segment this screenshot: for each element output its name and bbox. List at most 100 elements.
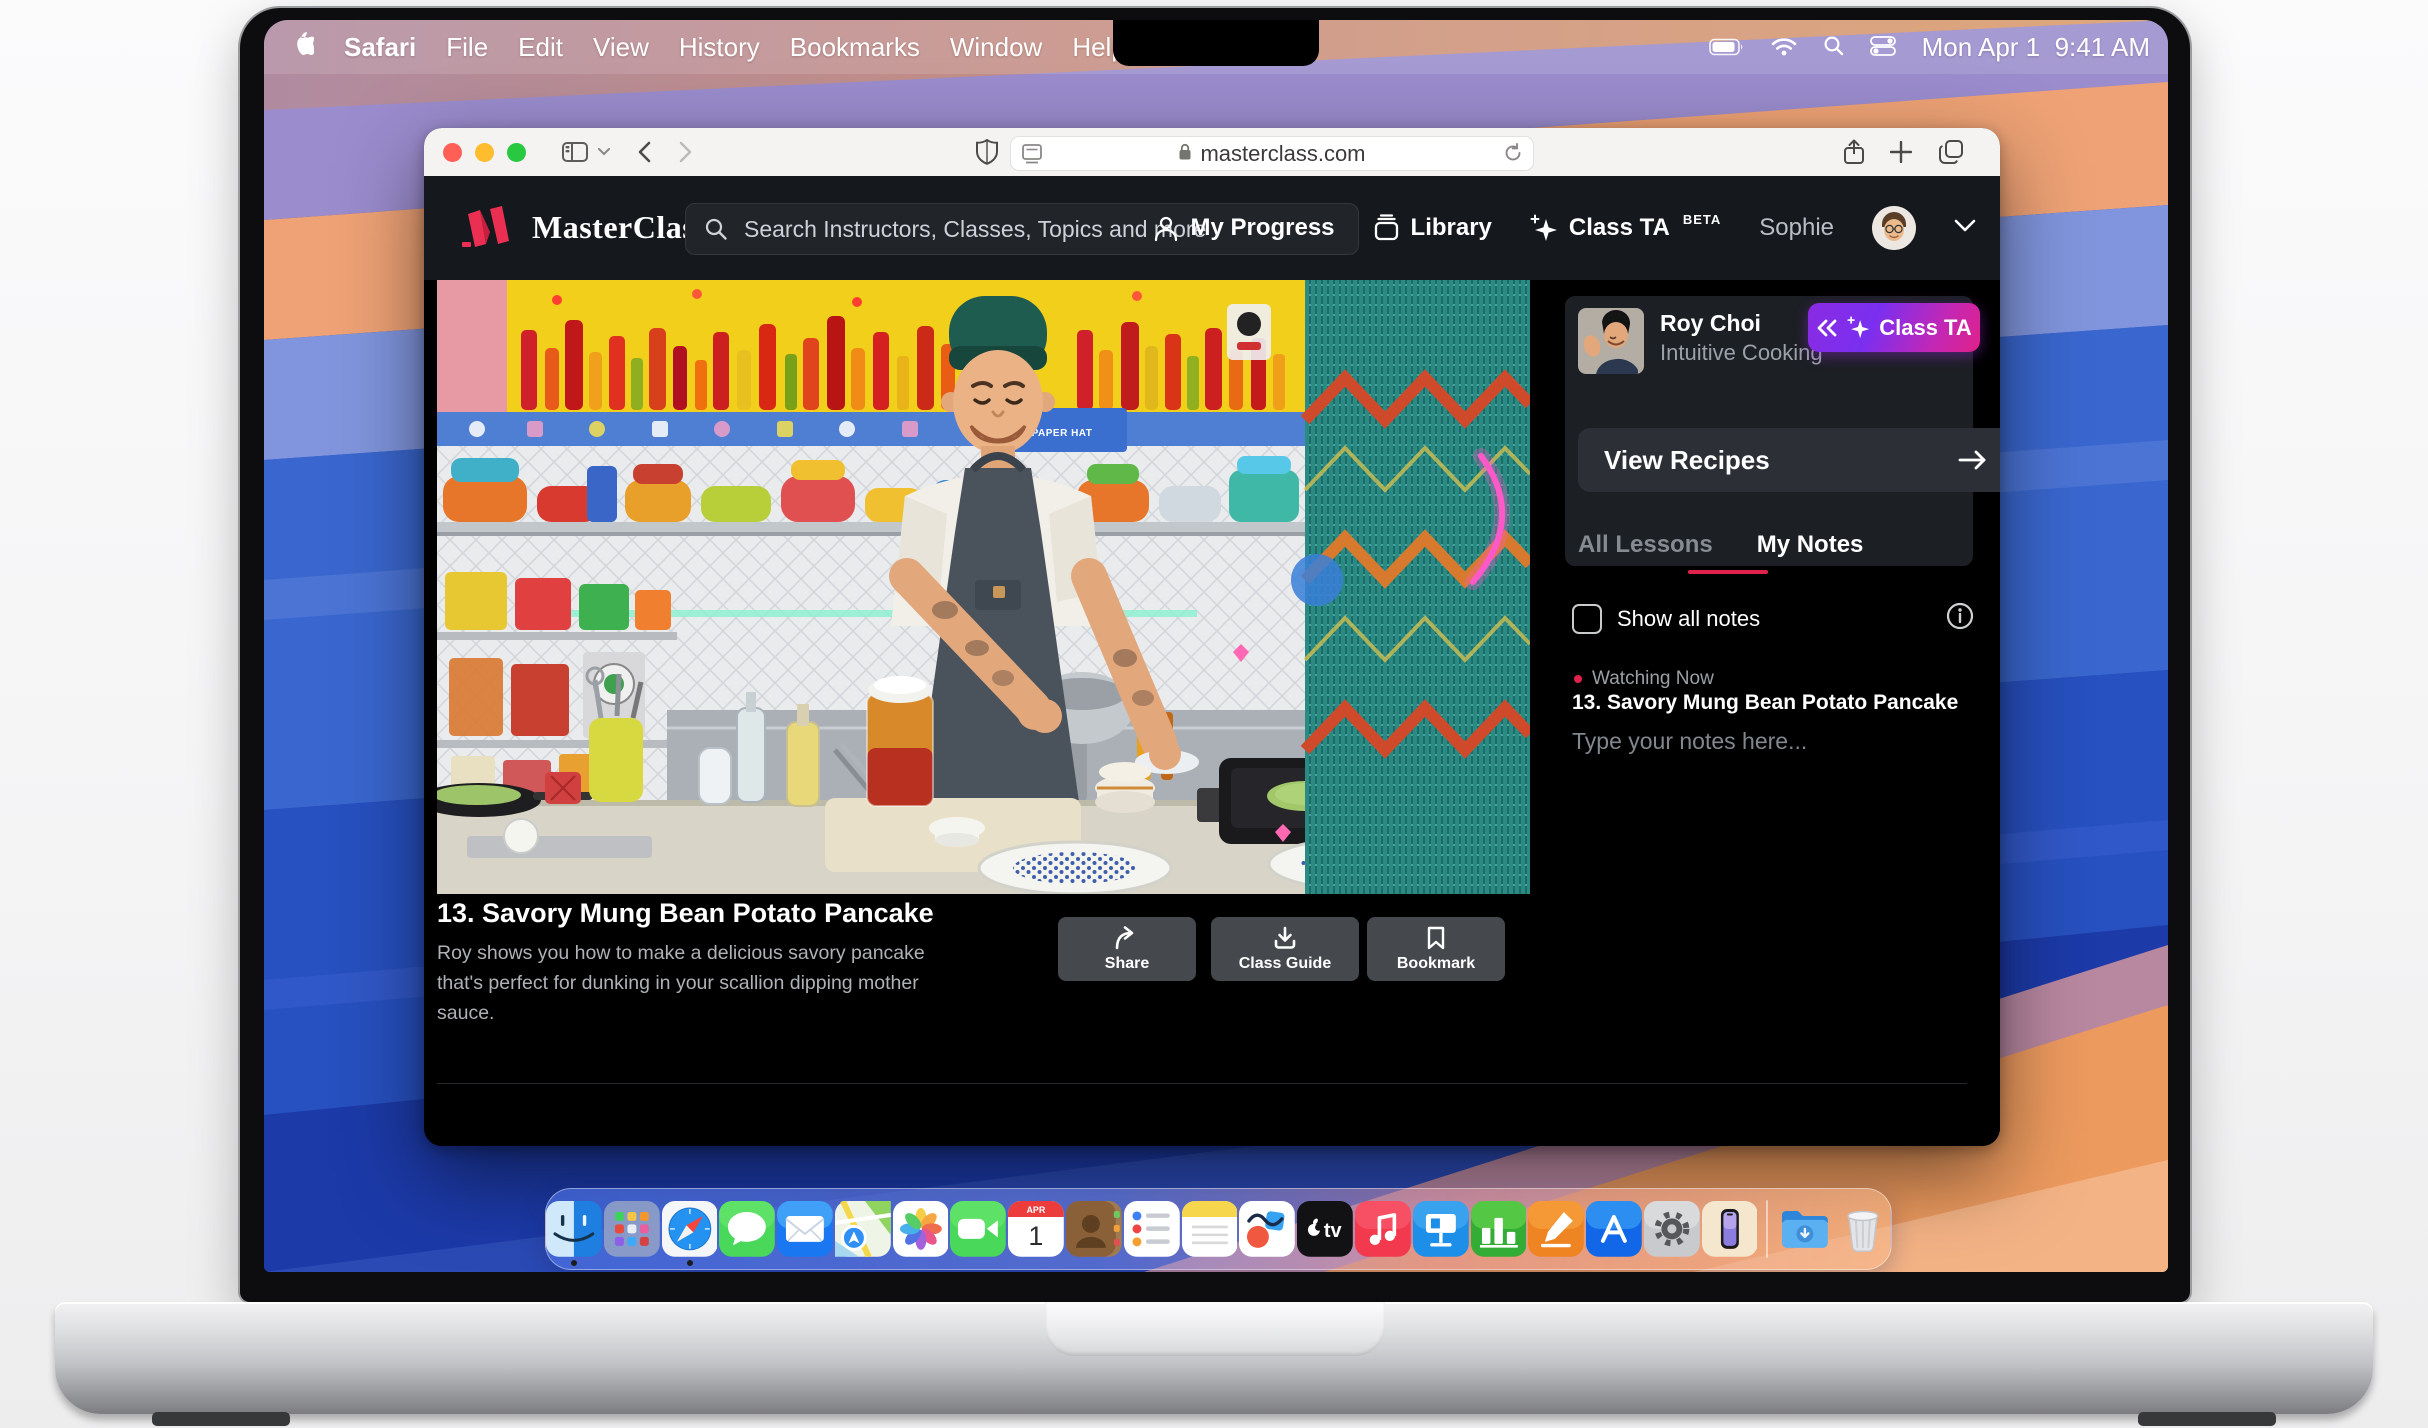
share-button[interactable]: Share [1058, 917, 1196, 981]
dock-icon-downloads[interactable] [1777, 1201, 1833, 1257]
dock-icon-pages[interactable] [1528, 1201, 1584, 1257]
share-arrow-icon [1114, 926, 1140, 950]
masterclass-logo[interactable]: MasterClass [460, 204, 708, 250]
dock-divider [1766, 1200, 1768, 1258]
nav-my-progress[interactable]: My Progress [1153, 214, 1334, 242]
svg-text:APR: APR [1027, 1205, 1046, 1215]
svg-text:tv: tv [1324, 1220, 1342, 1242]
dock-icon-numbers[interactable] [1471, 1201, 1527, 1257]
show-all-notes-checkbox[interactable] [1572, 604, 1602, 634]
dock-icon-mail[interactable] [777, 1201, 833, 1257]
macbook-foot-right [2138, 1412, 2276, 1426]
menu-item-history[interactable]: History [679, 32, 760, 63]
sidebar-toggle-icon[interactable] [561, 140, 589, 164]
search-icon [704, 217, 728, 241]
menu-item-edit[interactable]: Edit [518, 32, 563, 63]
tab-all-lessons[interactable]: All Lessons [1578, 531, 1713, 559]
zoom-window-button[interactable] [507, 143, 526, 162]
lesson-description: Roy shows you how to make a delicious sa… [437, 938, 957, 1028]
beta-badge: BETA [1683, 212, 1721, 227]
active-tab-underline [1688, 570, 1768, 574]
new-tab-icon[interactable] [1890, 141, 1912, 163]
dock-icon-calendar[interactable]: APR 1 [1008, 1201, 1064, 1257]
dock-icon-freeform[interactable] [1239, 1201, 1295, 1257]
apple-menu-icon[interactable] [292, 31, 314, 64]
dock-icon-trash[interactable] [1835, 1201, 1891, 1257]
safari-toolbar: masterclass.com [424, 128, 2000, 177]
dock-icon-iphone-mirroring[interactable] [1702, 1201, 1758, 1257]
notes-input[interactable]: Type your notes here... [1572, 728, 1807, 755]
control-center-icon[interactable] [1870, 32, 1896, 63]
dock-icon-tv[interactable]: tv [1297, 1201, 1353, 1257]
address-bar[interactable]: masterclass.com [1010, 136, 1534, 171]
tab-overview-icon[interactable] [1938, 139, 1964, 165]
dock-icon-facetime[interactable] [950, 1201, 1006, 1257]
dock-icon-notes[interactable] [1182, 1201, 1238, 1257]
page-format-icon[interactable] [1021, 144, 1043, 170]
menu-item-safari[interactable]: Safari [344, 32, 416, 63]
panel-lesson-title: 13. Savory Mung Bean Potato Pancake [1572, 691, 1958, 715]
person-icon [1153, 215, 1179, 242]
safari-running-dot [687, 1260, 693, 1266]
masterclass-header: MasterClass Search Instructors, Classes,… [424, 176, 2000, 280]
class-guide-button[interactable]: Class Guide [1211, 917, 1359, 981]
finder-running-dot [571, 1260, 577, 1266]
dock-icon-app-store[interactable] [1586, 1201, 1642, 1257]
nav-class-ta[interactable]: Class TABETA [1530, 214, 1721, 242]
dock-icon-reminders[interactable] [1124, 1201, 1180, 1257]
masterclass-logo-mark [460, 204, 518, 250]
privacy-shield-icon[interactable] [976, 139, 998, 165]
dock-icon-photos[interactable] [893, 1201, 949, 1257]
reload-icon[interactable] [1503, 143, 1523, 169]
avatar[interactable] [1872, 206, 1916, 250]
search-placeholder: Search Instructors, Classes, Topics and … [744, 216, 1206, 243]
dock-icon-safari[interactable] [662, 1201, 718, 1257]
nav-library[interactable]: Library [1373, 214, 1492, 242]
lock-icon [1178, 141, 1192, 167]
forward-button[interactable] [679, 141, 693, 163]
instructor-name: Roy Choi [1660, 310, 1761, 337]
macbook-base [55, 1302, 2373, 1414]
close-window-button[interactable] [443, 143, 462, 162]
view-recipes-button[interactable]: View Recipes [1578, 428, 2000, 492]
safari-window: masterclass.com MasterClass Se [424, 128, 2000, 1146]
dock-icon-launchpad[interactable] [604, 1201, 660, 1257]
dock-icon-music[interactable] [1355, 1201, 1411, 1257]
sidebar-chevron-icon[interactable] [597, 147, 611, 157]
video-player[interactable]: PAPER HAT [437, 280, 1530, 894]
macbook-lid-notch [1045, 1302, 1385, 1356]
menu-item-view[interactable]: View [593, 32, 649, 63]
desktop: Safari File Edit View History Bookmarks … [264, 20, 2168, 1272]
watching-now-status: Watching Now [1574, 668, 1714, 690]
bookmark-button[interactable]: Bookmark [1367, 917, 1505, 981]
dock-icon-maps[interactable] [835, 1201, 891, 1257]
camera-notch [1113, 20, 1319, 66]
wifi-icon[interactable] [1771, 32, 1797, 63]
menu-bar-clock[interactable]: Mon Apr 1 9:41 AM [1922, 32, 2150, 63]
url-text: masterclass.com [1200, 141, 1365, 167]
spotlight-search-icon[interactable] [1823, 32, 1844, 63]
menu-item-file[interactable]: File [446, 32, 488, 63]
dock-icon-finder[interactable] [546, 1201, 602, 1257]
dock-icon-contacts[interactable] [1066, 1201, 1122, 1257]
dock-icon-system-settings[interactable] [1644, 1201, 1700, 1257]
dock-icon-messages[interactable] [719, 1201, 775, 1257]
menu-item-window[interactable]: Window [950, 32, 1042, 63]
dock-icon-keynote[interactable] [1413, 1201, 1469, 1257]
menu-item-bookmarks[interactable]: Bookmarks [790, 32, 920, 63]
svg-text:1: 1 [1029, 1221, 1044, 1251]
instructor-thumbnail[interactable] [1578, 308, 1644, 374]
share-icon[interactable] [1842, 138, 1866, 166]
minimize-window-button[interactable] [475, 143, 494, 162]
arrow-right-icon [1958, 449, 1988, 471]
macbook-foot-left [152, 1412, 290, 1426]
class-ta-button[interactable]: Class TA [1808, 303, 1980, 352]
info-icon[interactable] [1946, 602, 1974, 636]
macbook-pro: Safari File Edit View History Bookmarks … [0, 0, 2428, 1428]
back-button[interactable] [637, 141, 651, 163]
account-chevron-icon[interactable] [1954, 219, 1976, 238]
tab-my-notes[interactable]: My Notes [1757, 531, 1864, 559]
download-icon [1273, 926, 1297, 950]
battery-icon[interactable] [1709, 32, 1745, 63]
user-name: Sophie [1759, 214, 1834, 242]
